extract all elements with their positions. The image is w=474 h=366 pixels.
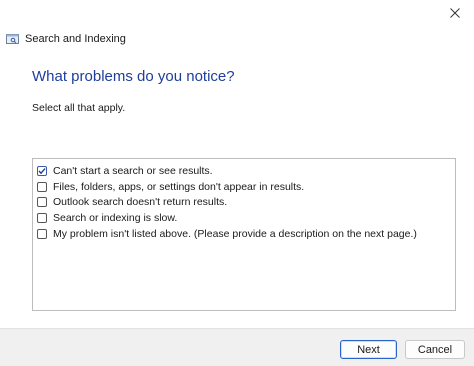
page-heading: What problems do you notice? bbox=[32, 68, 235, 85]
option-files-not-in-results[interactable]: Files, folders, apps, or settings don't … bbox=[37, 180, 304, 194]
checkbox[interactable] bbox=[37, 182, 47, 192]
next-button[interactable]: Next bbox=[340, 340, 397, 359]
option-label: Can't start a search or see results. bbox=[53, 165, 213, 177]
app-title: Search and Indexing bbox=[25, 33, 126, 45]
checkbox[interactable] bbox=[37, 197, 47, 207]
title-bar bbox=[0, 0, 474, 28]
instruction-text: Select all that apply. bbox=[32, 102, 126, 114]
cancel-button[interactable]: Cancel bbox=[405, 340, 465, 359]
option-label: Outlook search doesn't return results. bbox=[53, 196, 228, 208]
option-label: Search or indexing is slow. bbox=[53, 212, 178, 224]
search-indexing-icon bbox=[6, 33, 19, 45]
option-label: My problem isn't listed above. (Please p… bbox=[53, 228, 417, 240]
app-title-row: Search and Indexing bbox=[6, 31, 126, 47]
checkbox[interactable] bbox=[37, 213, 47, 223]
problem-list: Can't start a search or see results. Fil… bbox=[32, 158, 456, 311]
option-cant-start-search[interactable]: Can't start a search or see results. bbox=[37, 164, 213, 178]
option-search-slow[interactable]: Search or indexing is slow. bbox=[37, 211, 177, 225]
checkbox[interactable] bbox=[37, 229, 47, 239]
close-icon[interactable] bbox=[444, 2, 466, 24]
option-label: Files, folders, apps, or settings don't … bbox=[53, 181, 305, 193]
checkbox-checked[interactable] bbox=[37, 166, 47, 176]
option-outlook-search[interactable]: Outlook search doesn't return results. bbox=[37, 195, 227, 209]
footer-bar: Next Cancel bbox=[0, 328, 474, 366]
option-not-listed[interactable]: My problem isn't listed above. (Please p… bbox=[37, 227, 417, 241]
